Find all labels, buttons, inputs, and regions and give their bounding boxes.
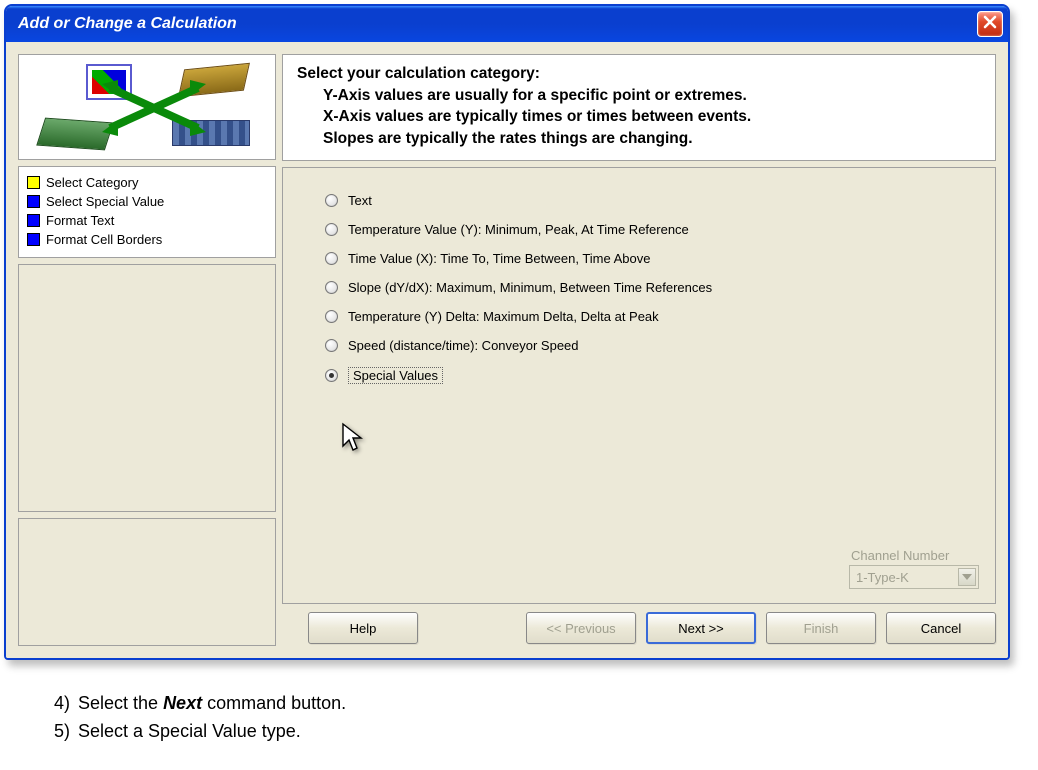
button-label: Cancel	[921, 621, 961, 636]
left-column: Select Category Select Special Value For…	[18, 54, 276, 646]
wizard-graphic-panel	[18, 54, 276, 160]
radio-icon	[325, 194, 338, 207]
wizard-step[interactable]: Select Category	[27, 173, 267, 192]
instruction-step-5: 5) Select a Special Value type.	[44, 718, 1038, 746]
wizard-description-panel	[18, 518, 276, 646]
step-label: Format Cell Borders	[46, 232, 162, 247]
button-label: Help	[350, 621, 377, 636]
wizard-step[interactable]: Format Cell Borders	[27, 230, 267, 249]
button-label: Finish	[804, 621, 839, 636]
cancel-button[interactable]: Cancel	[886, 612, 996, 644]
instruction-text: Select the Next command button.	[78, 690, 346, 718]
step-label: Select Special Value	[46, 194, 164, 209]
radio-icon	[325, 310, 338, 323]
step-label: Select Category	[46, 175, 139, 190]
step-swatch-icon	[27, 176, 40, 189]
channel-number-label: Channel Number	[849, 548, 979, 563]
step-swatch-icon	[27, 214, 40, 227]
radio-icon	[325, 252, 338, 265]
arrows-icon	[102, 80, 212, 140]
radio-label: Speed (distance/time): Conveyor Speed	[348, 338, 579, 353]
radio-option-temperature-y[interactable]: Temperature Value (Y): Minimum, Peak, At…	[325, 215, 979, 244]
wizard-graphic	[32, 62, 262, 152]
heading-line: Select your calculation category:	[297, 63, 981, 85]
radio-icon	[325, 369, 338, 382]
radio-label: Slope (dY/dX): Maximum, Minimum, Between…	[348, 280, 712, 295]
heading-line: Slopes are typically the rates things ar…	[297, 128, 981, 150]
radio-label: Text	[348, 193, 372, 208]
radio-option-speed[interactable]: Speed (distance/time): Conveyor Speed	[325, 331, 979, 360]
radio-icon	[325, 223, 338, 236]
cursor-icon	[341, 422, 367, 457]
titlebar[interactable]: Add or Change a Calculation	[6, 6, 1008, 42]
heading-line: X-Axis values are typically times or tim…	[297, 106, 981, 128]
step-swatch-icon	[27, 233, 40, 246]
radio-option-slope[interactable]: Slope (dY/dX): Maximum, Minimum, Between…	[325, 273, 979, 302]
heading-panel: Select your calculation category: Y-Axis…	[282, 54, 996, 161]
options-panel: Text Temperature Value (Y): Minimum, Pea…	[282, 167, 996, 604]
close-icon	[982, 14, 998, 35]
instruction-list: 4) Select the Next command button. 5) Se…	[44, 690, 1038, 746]
wizard-step[interactable]: Select Special Value	[27, 192, 267, 211]
wizard-steps-panel: Select Category Select Special Value For…	[18, 166, 276, 258]
radio-label: Temperature Value (Y): Minimum, Peak, At…	[348, 222, 689, 237]
instruction-number: 4)	[44, 690, 70, 718]
instruction-number: 5)	[44, 718, 70, 746]
button-label: Next >>	[678, 621, 724, 636]
finish-button: Finish	[766, 612, 876, 644]
wizard-step[interactable]: Format Text	[27, 211, 267, 230]
help-button[interactable]: Help	[308, 612, 418, 644]
instruction-emphasis: Next	[163, 693, 202, 713]
window-body: Select Category Select Special Value For…	[6, 42, 1008, 658]
right-column: Select your calculation category: Y-Axis…	[282, 54, 996, 646]
wizard-spacer-panel	[18, 264, 276, 512]
radio-icon	[325, 339, 338, 352]
next-button[interactable]: Next >>	[646, 612, 756, 644]
heading-line: Y-Axis values are usually for a specific…	[297, 85, 981, 107]
radio-option-time-x[interactable]: Time Value (X): Time To, Time Between, T…	[325, 244, 979, 273]
radio-icon	[325, 281, 338, 294]
chevron-down-icon	[958, 568, 976, 586]
close-button[interactable]	[977, 11, 1003, 37]
radio-label: Time Value (X): Time To, Time Between, T…	[348, 251, 651, 266]
step-swatch-icon	[27, 195, 40, 208]
channel-number-value: 1-Type-K	[856, 570, 909, 585]
previous-button: << Previous	[526, 612, 636, 644]
step-label: Format Text	[46, 213, 114, 228]
radio-option-special-values[interactable]: Special Values	[325, 360, 979, 391]
channel-number-group: Channel Number 1-Type-K	[849, 548, 979, 589]
wizard-button-row: Help << Previous Next >> Finish Cancel	[282, 610, 996, 646]
radio-option-temperature-delta[interactable]: Temperature (Y) Delta: Maximum Delta, De…	[325, 302, 979, 331]
radio-label: Special Values	[348, 367, 443, 384]
window-title: Add or Change a Calculation	[18, 15, 977, 33]
dialog-window: Add or Change a Calculation	[4, 4, 1010, 660]
instruction-text: Select a Special Value type.	[78, 718, 301, 746]
channel-number-select: 1-Type-K	[849, 565, 979, 589]
radio-label: Temperature (Y) Delta: Maximum Delta, De…	[348, 309, 659, 324]
instruction-step-4: 4) Select the Next command button.	[44, 690, 1038, 718]
button-label: << Previous	[546, 621, 615, 636]
radio-option-text[interactable]: Text	[325, 186, 979, 215]
